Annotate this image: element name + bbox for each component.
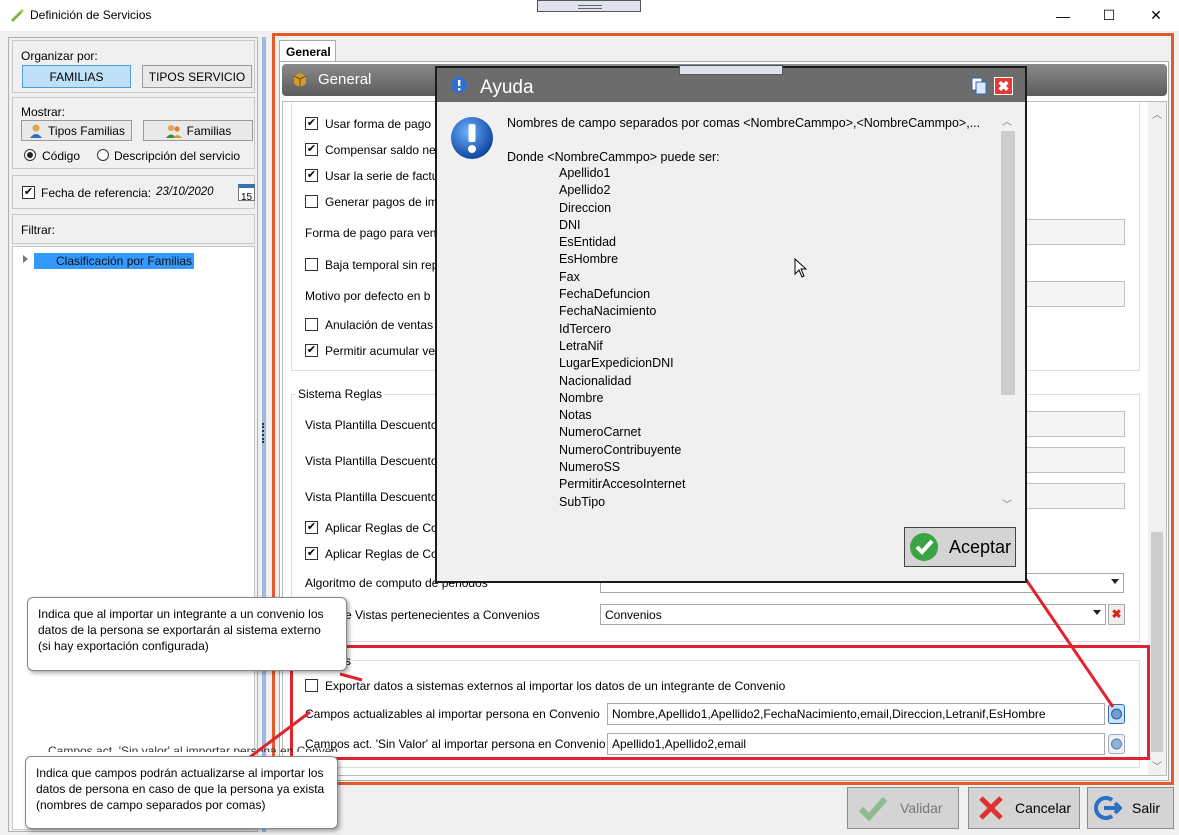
dialog-scrollbar-thumb[interactable] [1001, 131, 1015, 395]
tooltip-exportar: Indica que al importar un integrante a u… [27, 597, 347, 671]
mouse-cursor-icon [794, 258, 808, 278]
field-list-item: Fax [559, 269, 580, 284]
field-list-item: Notas [559, 408, 592, 423]
dialog-scrollbar[interactable]: ︿ ﹀ [999, 115, 1016, 512]
field-list-item: PermitirAccesoInternet [559, 477, 686, 492]
field-list-item: NumeroContribuyente [559, 442, 682, 457]
dialog-close-icon[interactable]: ✖ [994, 77, 1013, 95]
info-icon [451, 77, 467, 93]
field-list-item: LugarExpedicionDNI [559, 356, 674, 371]
accept-check-icon [910, 533, 938, 561]
copy-icon[interactable] [970, 77, 988, 95]
field-list-item: Apellido1 [559, 166, 611, 180]
check-icon [858, 797, 888, 821]
salir-button[interactable]: Salir [1087, 787, 1174, 829]
field-list-item: FechaNacimiento [559, 304, 657, 319]
dialog-grip[interactable] [679, 65, 783, 75]
field-list-item: FechaDefuncion [559, 287, 651, 302]
field-list-item: Nombre [559, 390, 604, 405]
aceptar-label: Aceptar [949, 536, 1012, 557]
dialog-intro: Nombres de campo separados por comas <No… [507, 116, 981, 130]
salir-label: Salir [1132, 800, 1161, 816]
field-list-item: Direccion [559, 200, 612, 215]
validar-label: Validar [900, 800, 943, 816]
cancelar-button[interactable]: Cancelar [968, 787, 1080, 829]
field-list-item: DNI [559, 217, 581, 232]
field-list-item: EsHombre [559, 252, 619, 267]
field-list-item: EsEntidad [559, 235, 616, 250]
field-list-item: IdTercero [559, 321, 612, 336]
cancel-x-icon [979, 796, 1003, 820]
dialog-scroll-down-icon[interactable]: ﹀ [1002, 496, 1012, 511]
big-info-icon [451, 117, 493, 159]
field-list-item: Apellido2 [559, 183, 611, 198]
aceptar-button[interactable]: Aceptar [904, 527, 1016, 567]
exit-icon [1094, 796, 1122, 820]
dialog-scroll-up-icon[interactable]: ︿ [1002, 113, 1012, 128]
field-list-item: SubTipo [559, 494, 606, 509]
field-list-item: NumeroSS [559, 460, 621, 475]
ayuda-dialog: Ayuda ✖ Nombres de campo separados por c… [435, 65, 1027, 583]
field-list-item: NumeroCarnet [559, 425, 641, 440]
field-list-item: Nacionalidad [559, 373, 632, 388]
cancelar-label: Cancelar [1015, 800, 1072, 816]
dialog-donde: Donde <NombreCammpo> puede ser: [507, 150, 720, 164]
validar-button[interactable]: Validar [847, 787, 959, 829]
field-list: Apellido1 Apellido2 Direccion DNI EsEntidad E… [559, 165, 959, 511]
dialog-title: Ayuda [480, 77, 534, 98]
field-list-item: LetraNif [559, 338, 603, 353]
tooltip-campos: Indica que campos podrán actualizarse al… [25, 756, 338, 829]
